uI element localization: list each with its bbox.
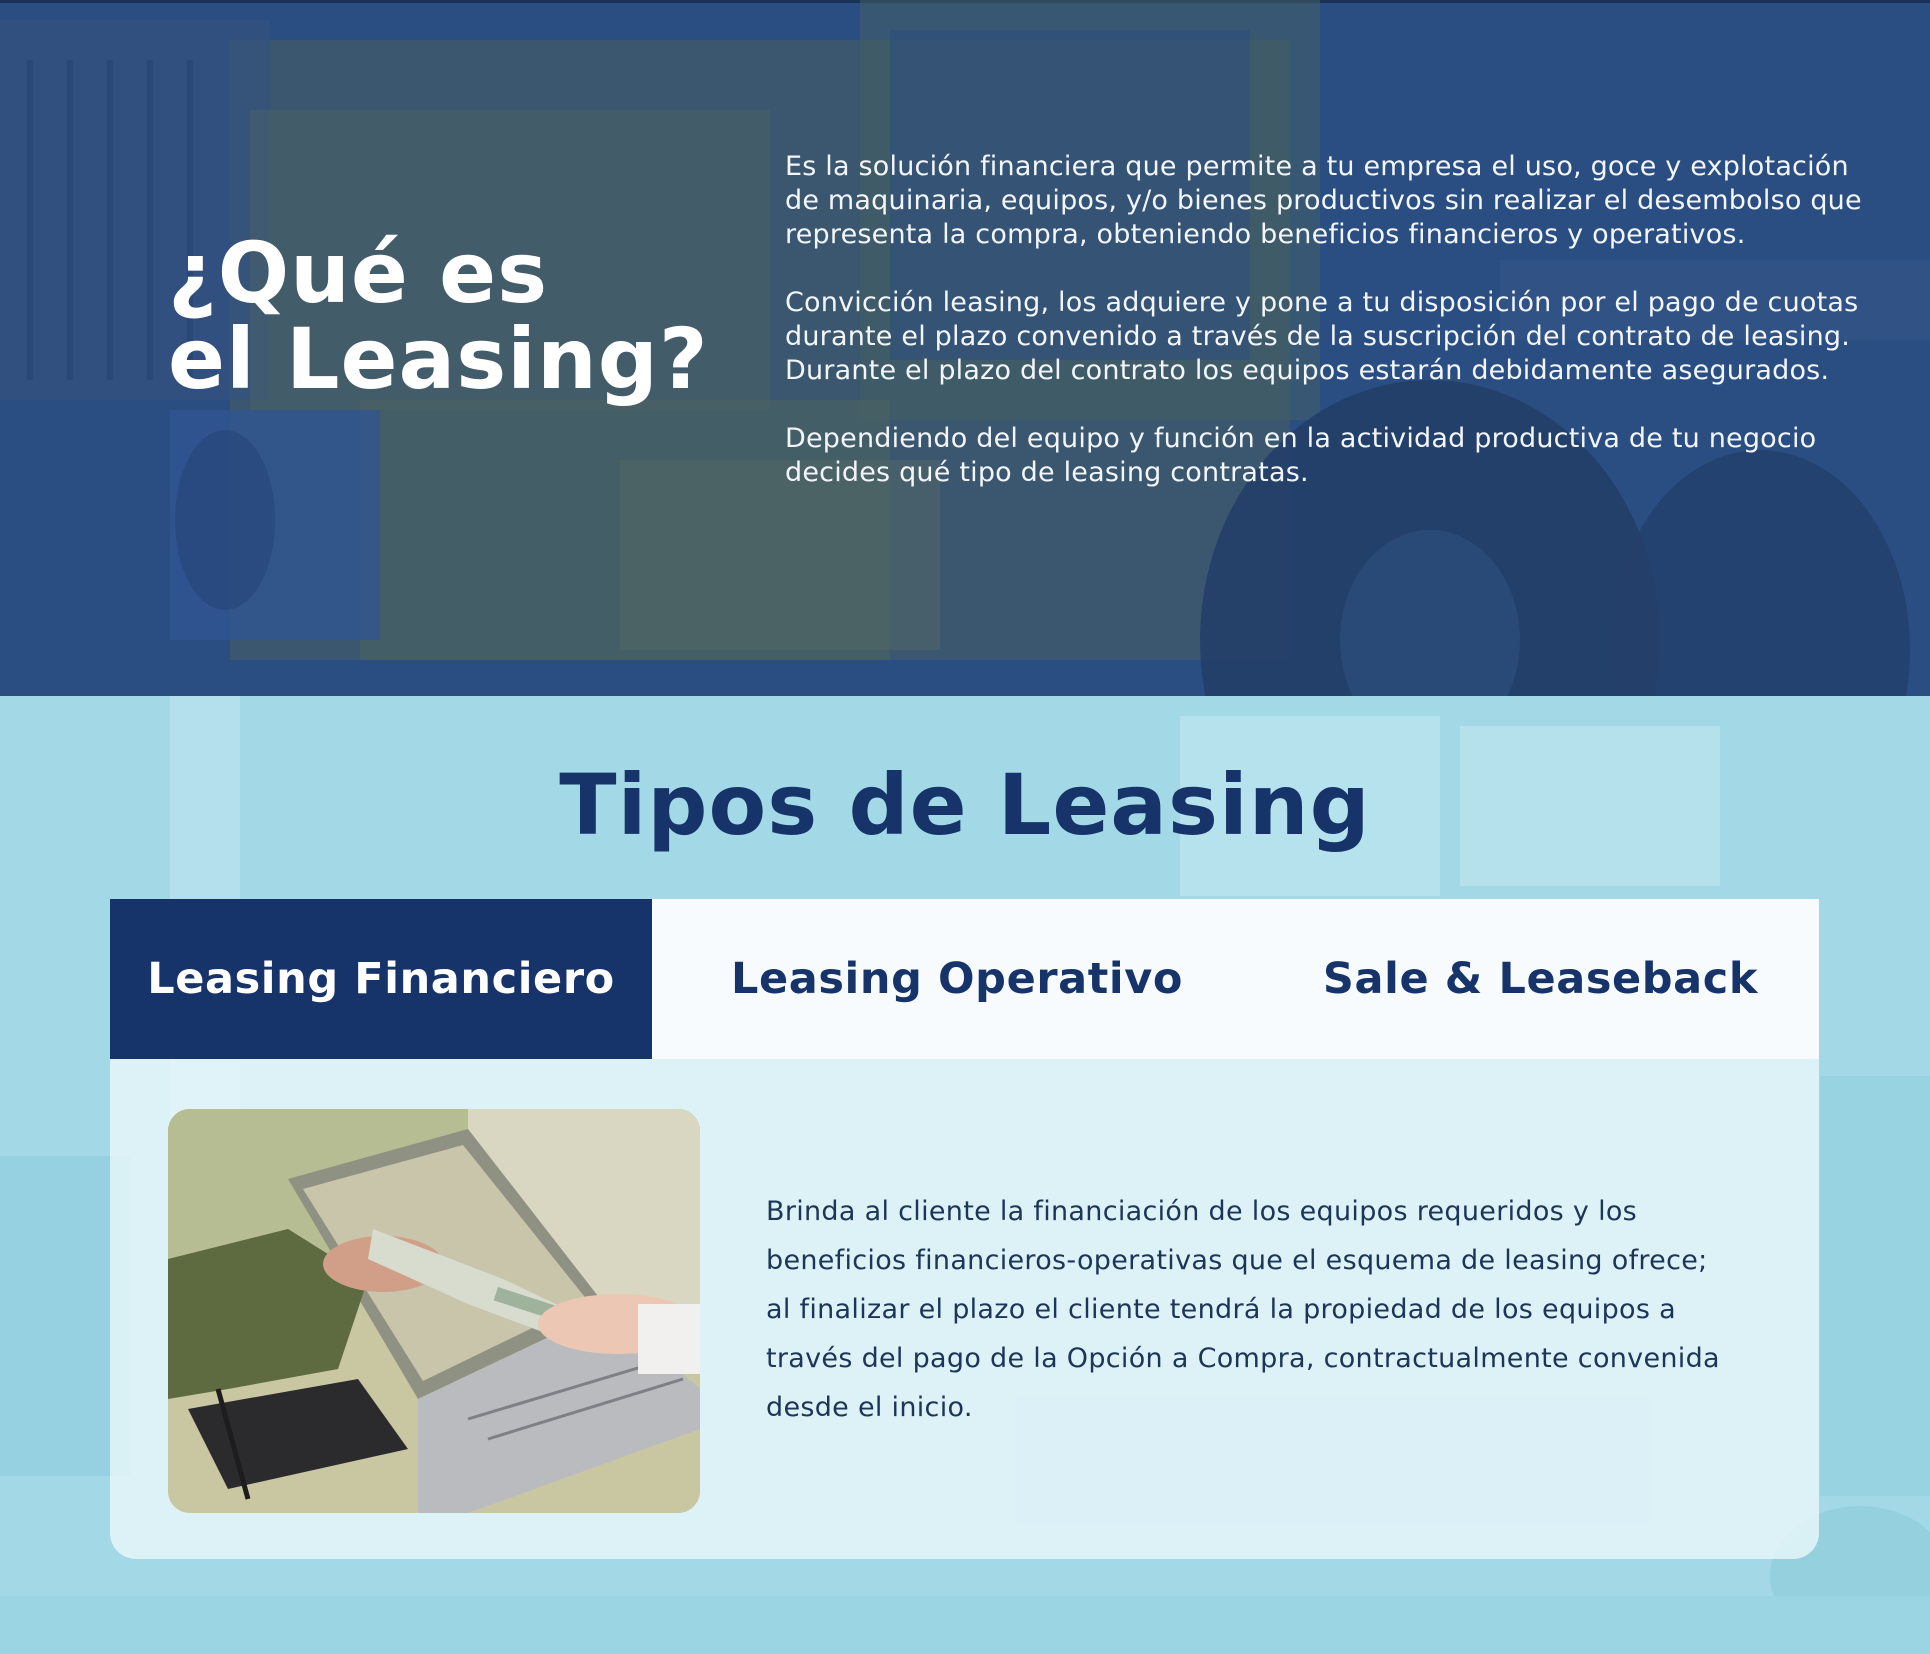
hero-heading-line-1: ¿Qué es bbox=[168, 224, 549, 322]
leasing-tabs: Leasing Financiero Leasing Operativo Sal… bbox=[110, 899, 1819, 1059]
tab-description: Brinda al cliente la financiación de los… bbox=[766, 1196, 1720, 1423]
hero-section: ¿Qué es el Leasing? Es la solución finan… bbox=[0, 0, 1930, 696]
hero-heading-line-2: el Leasing? bbox=[168, 310, 709, 408]
hero-paragraph-1: Es la solución financiera que permite a … bbox=[785, 151, 1862, 250]
hero-paragraph-2: Convicción leasing, los adquiere y pone … bbox=[785, 287, 1859, 386]
tab-leasing-operativo[interactable]: Leasing Operativo bbox=[652, 899, 1262, 1059]
cash-handover-photo bbox=[168, 1109, 700, 1513]
tab-content-panel: Brinda al cliente la financiación de los… bbox=[110, 1059, 1819, 1559]
types-heading: Tipos de Leasing bbox=[559, 756, 1371, 854]
tab-leasing-financiero[interactable]: Leasing Financiero bbox=[110, 899, 652, 1059]
tab-sale-leaseback[interactable]: Sale & Leaseback bbox=[1262, 899, 1819, 1059]
leasing-types-section: Tipos de Leasing Leasing Financiero Leas… bbox=[0, 696, 1930, 1654]
hero-paragraph-3: Dependiendo del equipo y función en la a… bbox=[785, 423, 1817, 488]
hero-heading: ¿Qué es el Leasing? bbox=[168, 230, 709, 402]
hero-description: Es la solución financiera que permite a … bbox=[785, 150, 1865, 524]
